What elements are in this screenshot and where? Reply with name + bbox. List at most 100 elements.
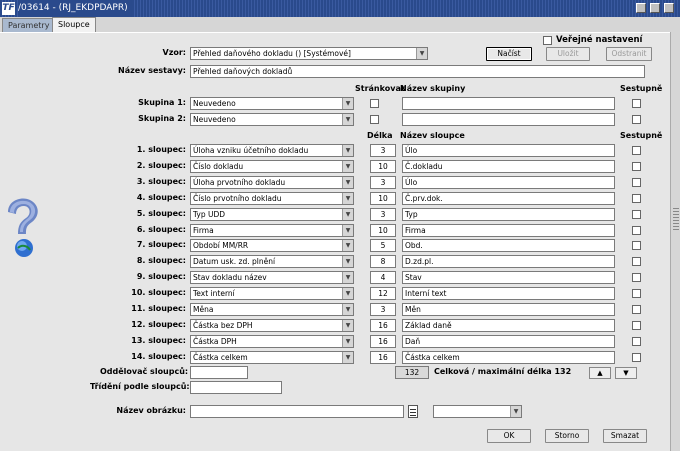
chevron-down-icon[interactable]: ▼	[342, 161, 353, 172]
chevron-down-icon[interactable]: ▼	[342, 352, 353, 363]
column-2-select[interactable]: Číslo dokladu ▼	[190, 160, 354, 173]
column-12-desc-checkbox[interactable]	[632, 321, 641, 330]
column-14-select[interactable]: Částka celkem ▼	[190, 351, 354, 364]
column-13-name-input[interactable]: Daň	[402, 335, 615, 348]
column-8-name-input[interactable]: D.zd.pl.	[402, 255, 615, 268]
column-13-length-input[interactable]: 16	[370, 335, 396, 348]
column-6-length-input[interactable]: 10	[370, 224, 396, 237]
group-1-paging-checkbox[interactable]	[370, 99, 379, 108]
scrollbar-grip[interactable]	[673, 208, 679, 230]
column-11-name-input[interactable]: Měn	[402, 303, 615, 316]
chevron-down-icon[interactable]: ▼	[342, 288, 353, 299]
column-11-desc-checkbox[interactable]	[632, 305, 641, 314]
column-7-name-input[interactable]: Obd.	[402, 239, 615, 252]
column-4-desc-checkbox[interactable]	[632, 194, 641, 203]
column-1-select[interactable]: Úloha vzniku účetního dokladu ▼	[190, 144, 354, 157]
column-14-name-input[interactable]: Částka celkem	[402, 351, 615, 364]
move-down-button[interactable]: ▼	[615, 367, 637, 379]
tab-parametry[interactable]: Parametry	[2, 18, 56, 33]
column-5-length-input[interactable]: 3	[370, 208, 396, 221]
chevron-down-icon[interactable]: ▼	[342, 304, 353, 315]
column-10-name-input[interactable]: Interní text	[402, 287, 615, 300]
column-3-length-input[interactable]: 3	[370, 176, 396, 189]
column-9-select[interactable]: Stav dokladu název ▼	[190, 271, 354, 284]
column-13-select[interactable]: Částka DPH ▼	[190, 335, 354, 348]
save-button[interactable]: Uložit	[546, 47, 590, 61]
close-button[interactable]	[664, 3, 674, 13]
column-1-name-input[interactable]: Úlo	[402, 144, 615, 157]
load-button[interactable]: Načíst	[486, 47, 532, 61]
column-5-name-input[interactable]: Typ	[402, 208, 615, 221]
column-3-select[interactable]: Úloha prvotního dokladu ▼	[190, 176, 354, 189]
column-12-name-input[interactable]: Základ daně	[402, 319, 615, 332]
sort-input[interactable]	[190, 381, 282, 394]
clear-button[interactable]: Smazat	[603, 429, 647, 443]
group-1-desc-checkbox[interactable]	[632, 99, 641, 108]
column-7-select[interactable]: Období MM/RR ▼	[190, 239, 354, 252]
column-11-length-input[interactable]: 3	[370, 303, 396, 316]
group-2-desc-checkbox[interactable]	[632, 115, 641, 124]
image-select[interactable]: ▼	[433, 405, 522, 418]
column-5-select[interactable]: Typ UDD ▼	[190, 208, 354, 221]
column-14-desc-checkbox[interactable]	[632, 353, 641, 362]
chevron-down-icon[interactable]: ▼	[416, 48, 427, 59]
column-1-desc-checkbox[interactable]	[632, 146, 641, 155]
vzor-select[interactable]: Přehled daňového dokladu () [Systémové] …	[190, 47, 428, 60]
chevron-down-icon[interactable]: ▼	[342, 225, 353, 236]
column-7-desc-checkbox[interactable]	[632, 241, 641, 250]
move-up-button[interactable]: ▲	[589, 367, 611, 379]
column-10-select[interactable]: Text interní ▼	[190, 287, 354, 300]
column-3-desc-checkbox[interactable]	[632, 178, 641, 187]
delete-button[interactable]: Odstranit	[606, 47, 652, 61]
column-2-desc-checkbox[interactable]	[632, 162, 641, 171]
column-2-name-input[interactable]: Č.dokladu	[402, 160, 615, 173]
group-2-paging-checkbox[interactable]	[370, 115, 379, 124]
vertical-scrollbar[interactable]	[670, 32, 680, 451]
chevron-down-icon[interactable]: ▼	[342, 240, 353, 251]
chevron-down-icon[interactable]: ▼	[342, 145, 353, 156]
column-9-length-input[interactable]: 4	[370, 271, 396, 284]
column-4-length-input[interactable]: 10	[370, 192, 396, 205]
column-11-select[interactable]: Měna ▼	[190, 303, 354, 316]
group-1-name-input[interactable]	[402, 97, 615, 110]
column-9-name-input[interactable]: Stav	[402, 271, 615, 284]
chevron-down-icon[interactable]: ▼	[342, 177, 353, 188]
ok-button[interactable]: OK	[487, 429, 531, 443]
chevron-down-icon[interactable]: ▼	[510, 406, 521, 417]
column-4-name-input[interactable]: Č.prv.dok.	[402, 192, 615, 205]
separator-input[interactable]	[190, 366, 248, 379]
chevron-down-icon[interactable]: ▼	[342, 193, 353, 204]
chevron-down-icon[interactable]: ▼	[342, 209, 353, 220]
minimize-button[interactable]	[636, 3, 646, 13]
column-6-name-input[interactable]: Firma	[402, 224, 615, 237]
column-5-desc-checkbox[interactable]	[632, 210, 641, 219]
column-3-name-input[interactable]: Úlo	[402, 176, 615, 189]
tab-sloupce[interactable]: Sloupce	[52, 17, 96, 33]
column-8-select[interactable]: Datum usk. zd. plnění ▼	[190, 255, 354, 268]
image-name-input[interactable]	[190, 405, 404, 418]
group-2-name-input[interactable]	[402, 113, 615, 126]
column-1-length-input[interactable]: 3	[370, 144, 396, 157]
column-9-desc-checkbox[interactable]	[632, 273, 641, 282]
group-2-select[interactable]: Neuvedeno ▼	[190, 113, 354, 126]
column-14-length-input[interactable]: 16	[370, 351, 396, 364]
column-8-length-input[interactable]: 8	[370, 255, 396, 268]
column-4-select[interactable]: Číslo prvotního dokladu ▼	[190, 192, 354, 205]
column-12-select[interactable]: Částka bez DPH ▼	[190, 319, 354, 332]
chevron-down-icon[interactable]: ▼	[342, 256, 353, 267]
cancel-button[interactable]: Storno	[545, 429, 589, 443]
column-12-length-input[interactable]: 16	[370, 319, 396, 332]
maximize-button[interactable]	[650, 3, 660, 13]
public-settings-checkbox[interactable]	[543, 36, 552, 45]
report-name-input[interactable]: Přehled daňových dokladů	[190, 65, 645, 78]
chevron-down-icon[interactable]: ▼	[342, 98, 353, 109]
column-7-length-input[interactable]: 5	[370, 239, 396, 252]
column-10-length-input[interactable]: 12	[370, 287, 396, 300]
column-6-select[interactable]: Firma ▼	[190, 224, 354, 237]
column-8-desc-checkbox[interactable]	[632, 257, 641, 266]
column-10-desc-checkbox[interactable]	[632, 289, 641, 298]
list-icon[interactable]	[408, 405, 418, 418]
chevron-down-icon[interactable]: ▼	[342, 320, 353, 331]
column-2-length-input[interactable]: 10	[370, 160, 396, 173]
chevron-down-icon[interactable]: ▼	[342, 272, 353, 283]
